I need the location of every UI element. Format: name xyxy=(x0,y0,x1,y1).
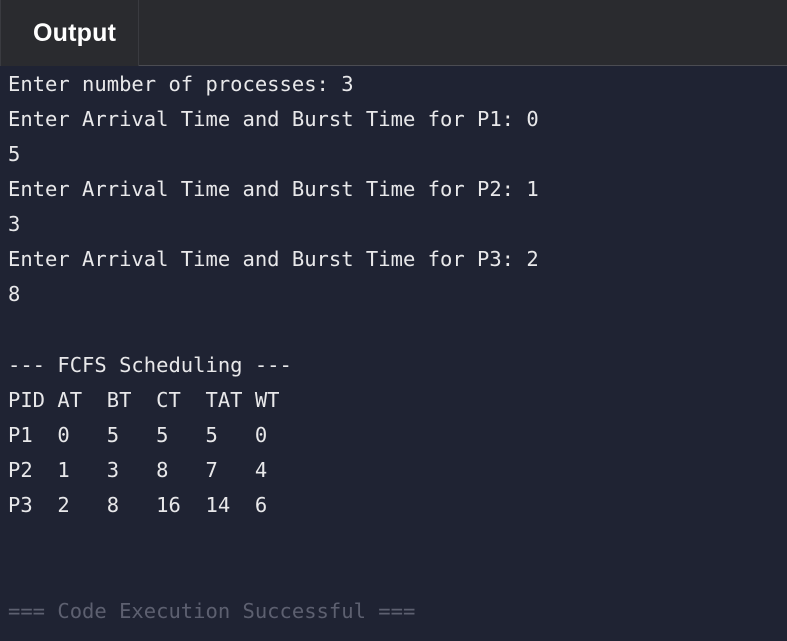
table-header-line: PID AT BT CT TAT WT xyxy=(8,388,280,412)
console-line: 5 xyxy=(8,142,21,166)
console-line: Enter Arrival Time and Burst Time for P3… xyxy=(8,247,539,271)
console-output[interactable]: Enter number of processes: 3 Enter Arriv… xyxy=(0,67,787,641)
output-panel: Output Enter number of processes: 3 Ente… xyxy=(0,0,787,641)
console-line: 8 xyxy=(8,282,21,306)
table-row: P2 1 3 8 7 4 xyxy=(8,458,268,482)
console-line: Enter number of processes: 3 xyxy=(8,72,354,96)
console-line: Enter Arrival Time and Burst Time for P1… xyxy=(8,107,539,131)
table-row: P1 0 5 5 5 0 xyxy=(8,423,268,447)
output-title: Output xyxy=(33,18,117,47)
console-line: Enter Arrival Time and Burst Time for P2… xyxy=(8,177,539,201)
output-tab[interactable]: Output xyxy=(0,0,140,66)
output-header: Output xyxy=(0,0,787,66)
execution-status: === Code Execution Successful === xyxy=(8,599,416,623)
console-line: 3 xyxy=(8,212,21,236)
table-row: P3 2 8 16 14 6 xyxy=(8,493,268,517)
console-line: --- FCFS Scheduling --- xyxy=(8,353,292,377)
